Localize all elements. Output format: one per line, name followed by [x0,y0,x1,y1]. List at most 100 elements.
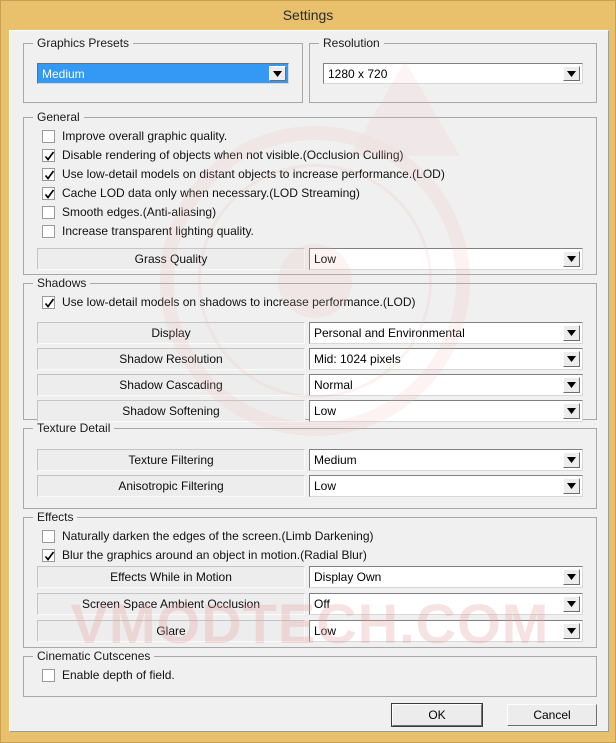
effects-while-in-motion-value: Display Own [314,570,382,584]
checkbox-occlusion-culling[interactable]: Disable rendering of objects when not vi… [42,149,404,162]
cancel-button-label: Cancel [533,708,571,722]
checkbox-label: Blur the graphics around an object in mo… [62,548,367,562]
checkbox-icon[interactable] [42,530,55,543]
chevron-down-icon[interactable] [563,478,580,494]
screen-space-ambient-occlusion-value: Off [314,597,330,611]
group-title-shadows: Shadows [33,276,91,290]
chevron-down-icon[interactable] [563,325,580,341]
screen-space-ambient-occlusion-select[interactable]: Off [309,593,583,615]
group-title-graphics-presets: Graphics Presets [33,36,134,50]
glare-value: Low [314,624,337,638]
label-texture-filtering: Texture Filtering [37,449,305,471]
row-label: Glare [156,624,186,638]
row-label: Shadow Cascading [119,378,223,392]
label-shadow-display: Display [37,322,305,344]
shadow-display-value: Personal and Environmental [314,326,465,340]
chevron-down-icon[interactable] [563,377,580,393]
checkbox-lod-distant-objects[interactable]: Use low-detail models on distant objects… [42,168,445,181]
chevron-down-icon[interactable] [563,251,580,267]
checkbox-improve-overall-graphic-quality[interactable]: Improve overall graphic quality. [42,130,227,143]
row-label: Screen Space Ambient Occlusion [81,597,261,611]
row-label: Anisotropic Filtering [118,479,224,493]
group-title-effects: Effects [33,510,78,524]
checkbox-label: Enable depth of field. [62,668,175,682]
label-grass-quality: Grass Quality [37,248,305,270]
checkbox-anti-aliasing[interactable]: Smooth edges.(Anti-aliasing) [42,206,216,219]
group-title-resolution: Resolution [319,36,384,50]
shadow-softening-select[interactable]: Low [309,400,583,422]
texture-filtering-value: Medium [314,453,357,467]
row-label: Grass Quality [134,252,208,266]
row-label: Shadow Resolution [119,352,223,366]
chevron-down-icon[interactable] [563,596,580,612]
group-title-general: General [33,110,84,124]
resolution-select[interactable]: 1280 x 720 [323,63,583,84]
checkbox-icon[interactable] [42,149,55,162]
row-label: Display [151,326,191,340]
dialog-client-area: VMODTECH.COM Graphics Presets Medium Res… [9,30,609,732]
shadow-cascading-select[interactable]: Normal [309,374,583,396]
settings-dialog-window: Settings VMODTECH.COM Graphics Presets M… [0,0,616,743]
label-shadow-softening: Shadow Softening [37,400,305,422]
checkbox-label: Improve overall graphic quality. [62,129,228,143]
label-effects-while-in-motion: Effects While in Motion [37,566,305,588]
anisotropic-filtering-value: Low [314,479,337,493]
label-anisotropic-filtering: Anisotropic Filtering [37,475,305,497]
checkbox-icon[interactable] [42,669,55,682]
ok-button-label: OK [428,708,446,722]
shadow-resolution-select[interactable]: Mid: 1024 pixels [309,348,583,370]
chevron-down-icon[interactable] [563,569,580,585]
checkbox-icon[interactable] [42,130,55,143]
window-title: Settings [282,7,334,23]
ok-button[interactable]: OK [391,703,483,727]
checkbox-icon[interactable] [42,549,55,562]
checkbox-radial-blur[interactable]: Blur the graphics around an object in mo… [42,549,367,562]
resolution-value: 1280 x 720 [328,66,388,81]
row-label: Shadow Softening [122,404,220,418]
chevron-down-icon[interactable] [563,403,580,419]
checkbox-enable-depth-of-field[interactable]: Enable depth of field. [42,669,175,682]
checkbox-label: Naturally darken the edges of the screen… [62,529,374,543]
graphics-preset-value: Medium [42,66,85,81]
chevron-down-icon[interactable] [563,623,580,639]
chevron-down-icon[interactable] [563,66,580,81]
chevron-down-icon[interactable] [269,66,286,81]
shadow-display-select[interactable]: Personal and Environmental [309,322,583,344]
shadow-resolution-value: Mid: 1024 pixels [314,352,401,366]
row-label: Effects While in Motion [110,570,232,584]
texture-filtering-select[interactable]: Medium [309,449,583,471]
checkbox-label: Cache LOD data only when necessary.(LOD … [62,186,360,200]
checkbox-shadow-lod[interactable]: Use low-detail models on shadows to incr… [42,296,416,309]
checkbox-icon[interactable] [42,206,55,219]
checkbox-icon[interactable] [42,168,55,181]
label-screen-space-ambient-occlusion: Screen Space Ambient Occlusion [37,593,305,615]
glare-select[interactable]: Low [309,620,583,642]
title-bar: Settings [1,1,615,29]
checkbox-icon[interactable] [42,187,55,200]
checkbox-icon[interactable] [42,296,55,309]
graphics-preset-select[interactable]: Medium [37,63,289,84]
shadow-softening-value: Low [314,404,337,418]
chevron-down-icon[interactable] [563,351,580,367]
checkbox-transparent-lighting-quality[interactable]: Increase transparent lighting quality. [42,225,254,238]
grass-quality-value: Low [314,252,337,266]
checkbox-label: Use low-detail models on shadows to incr… [62,295,416,309]
checkbox-lod-streaming[interactable]: Cache LOD data only when necessary.(LOD … [42,187,360,200]
chevron-down-icon[interactable] [563,452,580,468]
anisotropic-filtering-select[interactable]: Low [309,475,583,497]
checkbox-label: Smooth edges.(Anti-aliasing) [62,205,217,219]
label-glare: Glare [37,620,305,642]
label-shadow-resolution: Shadow Resolution [37,348,305,370]
effects-while-in-motion-select[interactable]: Display Own [309,566,583,588]
grass-quality-select[interactable]: Low [309,248,583,270]
group-title-texture-detail: Texture Detail [33,421,115,435]
group-title-cinematic-cutscenes: Cinematic Cutscenes [33,649,155,663]
shadow-cascading-value: Normal [314,378,353,392]
checkbox-icon[interactable] [42,225,55,238]
cancel-button[interactable]: Cancel [507,704,597,726]
checkbox-label: Increase transparent lighting quality. [62,224,254,238]
checkbox-label: Use low-detail models on distant objects… [62,167,445,181]
checkbox-limb-darkening[interactable]: Naturally darken the edges of the screen… [42,530,374,543]
checkbox-label: Disable rendering of objects when not vi… [62,148,404,162]
label-shadow-cascading: Shadow Cascading [37,374,305,396]
